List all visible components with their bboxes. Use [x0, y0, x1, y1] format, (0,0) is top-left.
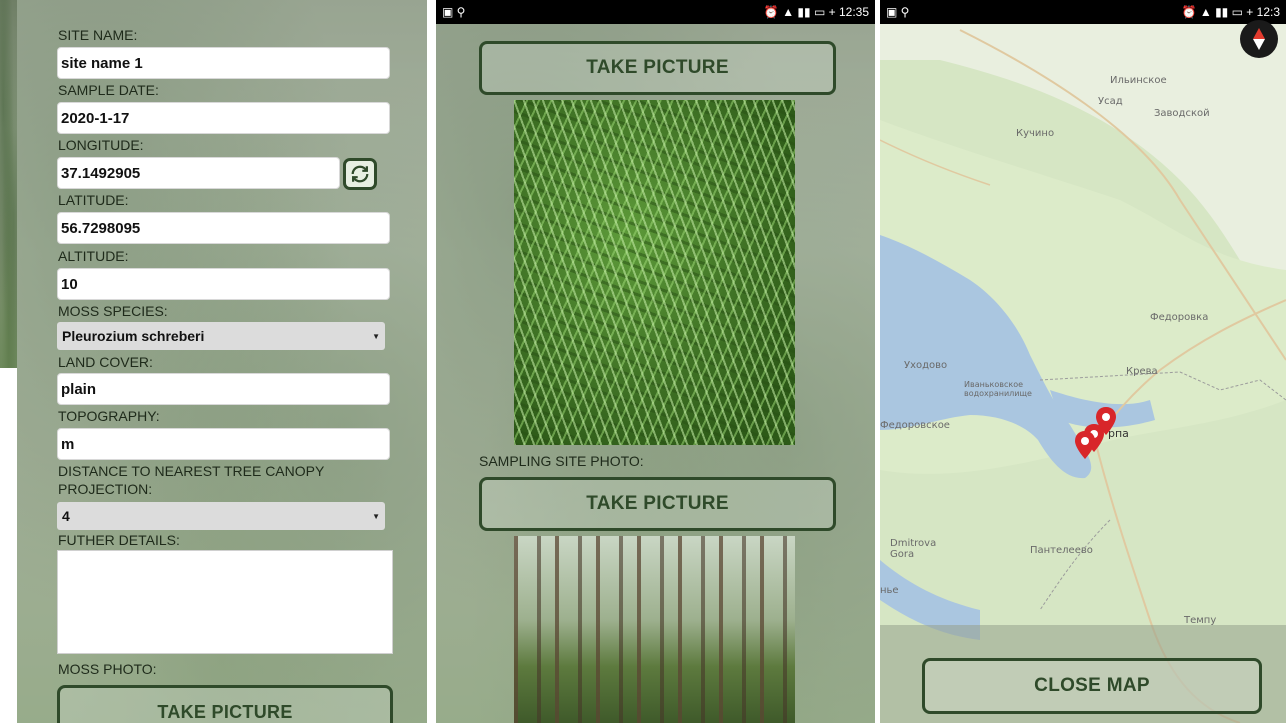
moss-species-label: MOSS SPECIES:	[58, 303, 168, 319]
altitude-label: ALTITUDE:	[58, 248, 129, 264]
further-details-label: FUTHER DETAILS:	[58, 532, 180, 548]
photos-screen: ▣ ⚲ ⏰ ▲ ▮▮ ▭ + 12:35 TAKE PICTURE SAMPLI…	[436, 0, 875, 723]
status-right: ⏰ ▲ ▮▮ ▭ + 12:3	[1181, 5, 1280, 19]
map-label: Заводской	[1154, 108, 1210, 119]
sample-date-input[interactable]: 2020-1-17	[57, 102, 390, 134]
background-strip	[0, 0, 17, 368]
moss-photo-label: MOSS PHOTO:	[58, 661, 157, 677]
take-picture-site-button[interactable]: TAKE PICTURE	[479, 477, 836, 531]
sampling-site-image	[514, 536, 795, 723]
form-screen: SITE NAME: site name 1 SAMPLE DATE: 2020…	[17, 0, 427, 723]
refresh-location-button[interactable]	[343, 158, 377, 190]
land-cover-input[interactable]: plain	[57, 373, 390, 405]
take-picture-button[interactable]: TAKE PICTURE	[57, 685, 393, 723]
compass-icon	[1253, 28, 1265, 50]
map-label: Федоровское	[880, 420, 950, 431]
dropdown-caret-icon: ▼	[372, 331, 380, 341]
map-label: нье	[880, 585, 899, 596]
site-name-label: SITE NAME:	[58, 27, 138, 43]
take-picture-moss-button[interactable]: TAKE PICTURE	[479, 41, 836, 95]
topography-input[interactable]: m	[57, 428, 390, 460]
map-label: Ильинское	[1110, 75, 1167, 86]
map-label: Пантелеево	[1030, 545, 1093, 556]
further-details-textarea[interactable]	[57, 550, 393, 654]
status-time: 12:35	[838, 5, 869, 19]
land-cover-label: LAND COVER:	[58, 354, 153, 370]
refresh-icon	[351, 165, 369, 183]
sampling-site-photo-label: SAMPLING SITE PHOTO:	[479, 453, 644, 469]
status-left-icons: ▣ ⚲	[886, 5, 910, 19]
status-time: 12:3	[1256, 5, 1280, 19]
longitude-label: LONGITUDE:	[58, 137, 144, 153]
map-screen: ▣ ⚲ ⏰ ▲ ▮▮ ▭ + 12:3 Ильинское Усад Завод…	[880, 0, 1286, 723]
close-map-button[interactable]: CLOSE MAP	[922, 658, 1262, 714]
topography-label: TOPOGRAPHY:	[58, 408, 160, 424]
site-name-input[interactable]: site name 1	[57, 47, 390, 79]
map-label: Уходово	[904, 360, 948, 371]
map-label: Крева	[1126, 366, 1158, 377]
altitude-input[interactable]: 10	[57, 268, 390, 300]
distance-label-line2: PROJECTION:	[58, 481, 153, 497]
moss-species-select[interactable]: Pleurozium schreberi ▼	[57, 322, 385, 350]
map-label: Dmitrova Gora	[890, 538, 937, 560]
status-left-icons: ▣ ⚲	[442, 5, 466, 19]
map-label: Федоровка	[1150, 312, 1209, 323]
moss-species-value: Pleurozium schreberi	[62, 328, 205, 344]
longitude-input[interactable]: 37.1492905	[57, 157, 340, 189]
map-label: Иваньковское водохранилище	[964, 380, 1032, 398]
dropdown-caret-icon: ▼	[372, 511, 380, 521]
map-marker-icon[interactable]	[1075, 431, 1095, 459]
status-bar: ▣ ⚲ ⏰ ▲ ▮▮ ▭ + 12:3	[880, 0, 1286, 24]
map-label: Кучино	[1016, 128, 1055, 139]
distance-label-line1: DISTANCE TO NEAREST TREE CANOPY	[58, 463, 325, 479]
compass-button[interactable]	[1240, 20, 1278, 58]
latitude-input[interactable]: 56.7298095	[57, 212, 390, 244]
status-bar: ▣ ⚲ ⏰ ▲ ▮▮ ▭ + 12:35	[436, 0, 875, 24]
latitude-label: LATITUDE:	[58, 192, 129, 208]
distance-value: 4	[62, 508, 70, 524]
map-label: Усад	[1098, 96, 1123, 107]
moss-photo-image	[514, 100, 795, 445]
distance-select[interactable]: 4 ▼	[57, 502, 385, 530]
sample-date-label: SAMPLE DATE:	[58, 82, 159, 98]
status-right: ⏰ ▲ ▮▮ ▭ + 12:35	[763, 5, 869, 19]
